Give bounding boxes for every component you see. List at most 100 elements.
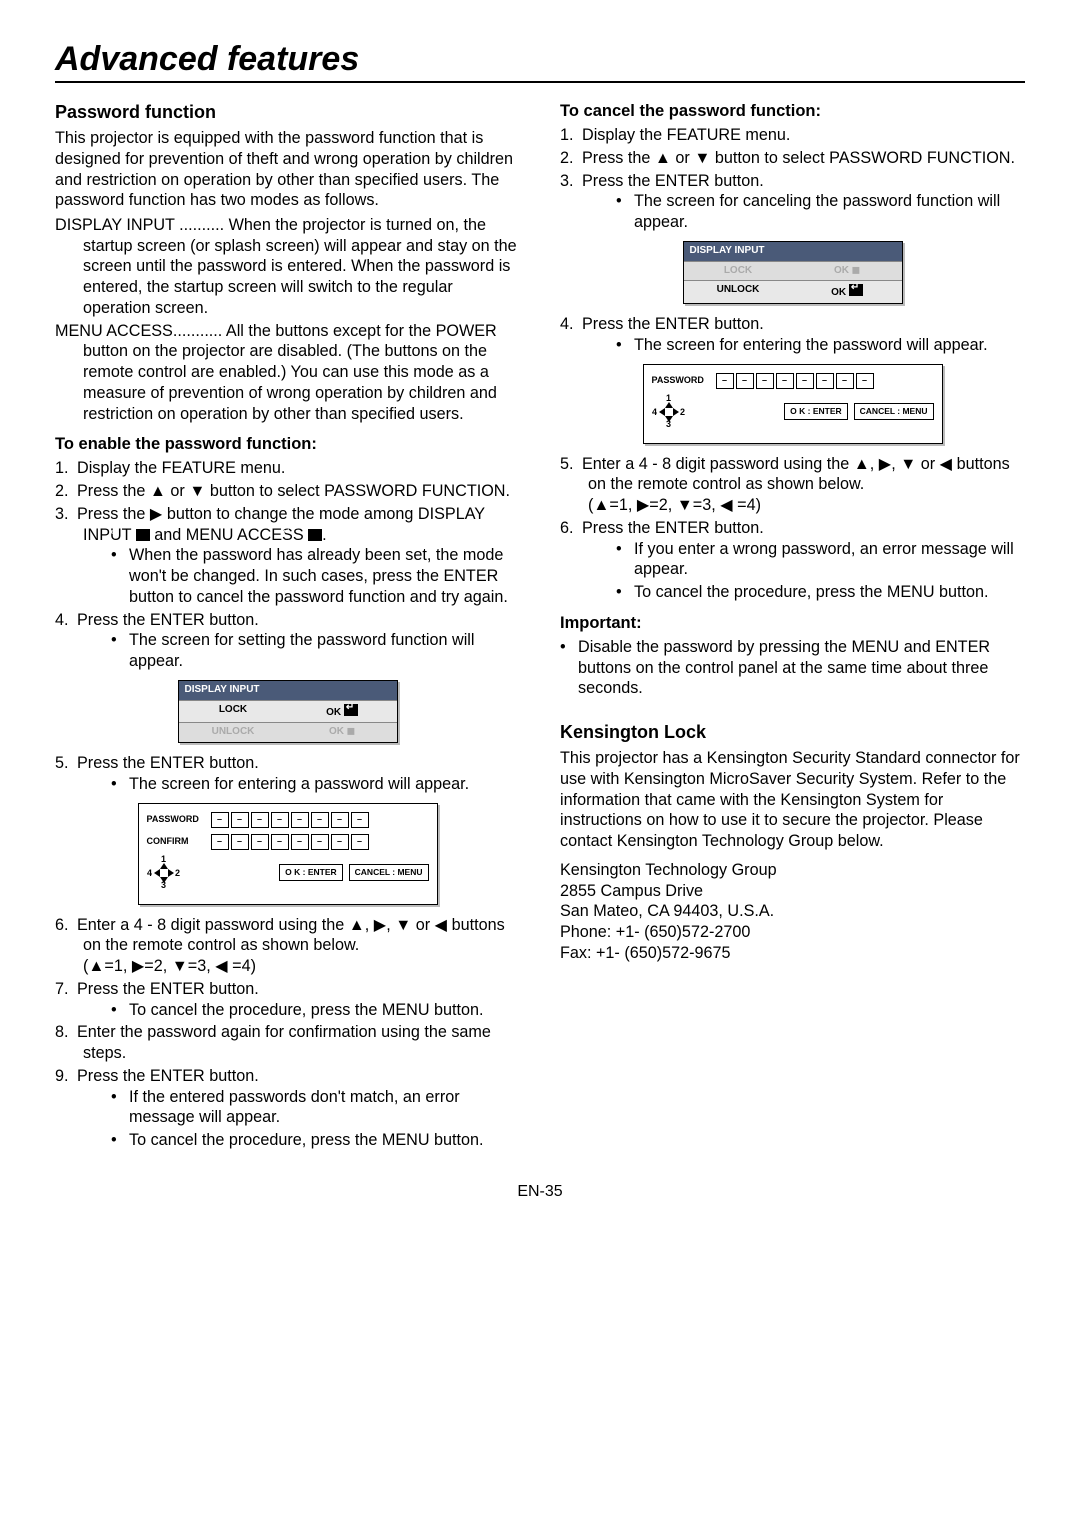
ok-enter-button: O K : ENTER <box>784 403 847 420</box>
step-6-text: Enter a 4 - 8 digit password using the ▲… <box>77 916 505 955</box>
cancel-menu-button: CANCEL : MENU <box>349 864 429 881</box>
cstep-4-note: The screen for entering the password wil… <box>616 335 1025 356</box>
confirm-cells: –––––––– <box>211 834 369 850</box>
step-5-note: The screen for entering a password will … <box>111 774 520 795</box>
heading-important: Important: <box>560 613 1025 634</box>
cstep-6: 6.Press the ENTER button. If you enter a… <box>560 518 1025 603</box>
osd-header: DISPLAY INPUT <box>179 681 397 700</box>
cstep-5-mapping: (▲=1, ▶=2, ▼=3, ◀ =4) <box>588 495 1025 516</box>
osd-password-row: PASSWORD –––––––– <box>652 373 934 389</box>
step-5-text: Press the ENTER button. <box>77 754 259 772</box>
mode-menu-access: MENU ACCESS........... All the buttons e… <box>55 321 520 425</box>
cstep-6-text: Press the ENTER button. <box>582 519 764 537</box>
password-cells: –––––––– <box>716 373 874 389</box>
down-arrow-icon: ▼ <box>694 149 710 167</box>
enable-steps: 1.Display the FEATURE menu. 2.Press the … <box>55 458 520 671</box>
return-icon <box>308 529 322 541</box>
left-column: Password function This projector is equi… <box>55 101 520 1153</box>
osd-row-unlock: UNLOCK OK <box>684 280 902 303</box>
osd-unlock-ok: OK <box>793 280 902 303</box>
kens-phone: Phone: +1- (650)572-2700 <box>560 922 1025 943</box>
content-columns: Password function This projector is equi… <box>55 101 1025 1153</box>
step-7-text: Press the ENTER button. <box>77 980 259 998</box>
step-2: 2.Press the ▲ or ▼ button to select PASS… <box>55 481 520 502</box>
heading-cancel: To cancel the password function: <box>560 101 1025 122</box>
left-arrow-icon: ◀ <box>435 916 447 934</box>
osd-footer-row: 1 2 3 4 O K : ENTER CANCEL : MENU <box>147 856 429 890</box>
right-arrow-icon: ▶ <box>879 455 891 473</box>
mode-display-input: DISPLAY INPUT .......... When the projec… <box>55 215 520 319</box>
arrows-icon <box>658 401 680 423</box>
cstep-3: 3.Press the ENTER button. The screen for… <box>560 171 1025 233</box>
down-arrow-icon: ▼ <box>189 482 205 500</box>
step-7-note: To cancel the procedure, press the MENU … <box>111 1000 520 1021</box>
step-8: 8.Enter the password again for confirmat… <box>55 1022 520 1063</box>
kens-line3: San Mateo, CA 94403, U.S.A. <box>560 901 1025 922</box>
osd-unlock-label: UNLOCK <box>179 722 288 742</box>
down-arrow-icon: ▼ <box>395 916 411 934</box>
ok-enter-button: O K : ENTER <box>279 864 342 881</box>
cstep-1: 1.Display the FEATURE menu. <box>560 125 1025 146</box>
cstep-1-text: Display the FEATURE menu. <box>582 126 790 144</box>
cancel-steps-cont2: 5.Enter a 4 - 8 digit password using the… <box>560 454 1025 603</box>
return-icon <box>136 529 150 541</box>
left-arrow-icon: ◀ <box>940 455 952 473</box>
important-note: Disable the password by pressing the MEN… <box>560 637 1025 699</box>
step-6-mapping: (▲=1, ▶=2, ▼=3, ◀ =4) <box>83 956 520 977</box>
step-8-text: Enter the password again for confirmatio… <box>77 1023 491 1062</box>
osd-display-input-unlock: DISPLAY INPUT LOCK OK ◼ UNLOCK OK <box>683 241 903 304</box>
osd-buttons: O K : ENTER CANCEL : MENU <box>279 864 428 881</box>
osd-row-unlock: UNLOCK OK ◼ <box>179 722 397 742</box>
return-icon <box>344 704 358 716</box>
kensington-address: Kensington Technology Group 2855 Campus … <box>560 860 1025 964</box>
cstep-2: 2.Press the ▲ or ▼ button to select PASS… <box>560 148 1025 169</box>
right-column: To cancel the password function: 1.Displ… <box>560 101 1025 1153</box>
cstep-5: 5.Enter a 4 - 8 digit password using the… <box>560 454 1025 516</box>
osd-password-label: PASSWORD <box>652 375 708 387</box>
osd-lock-label: LOCK <box>684 261 793 281</box>
up-arrow-icon: ▲ <box>150 482 166 500</box>
right-arrow-icon: ▶ <box>150 505 162 523</box>
step-9-note1: If the entered passwords don't match, an… <box>111 1087 520 1128</box>
cstep-2-text: Press the ▲ or ▼ button to select PASSWO… <box>582 149 1015 167</box>
dpad-icon: 1 2 3 4 <box>147 856 181 890</box>
step-1-text: Display the FEATURE menu. <box>77 459 285 477</box>
step-9-text: Press the ENTER button. <box>77 1067 259 1085</box>
osd-password-confirm: PASSWORD –––––––– CONFIRM –––––––– 1 2 3… <box>138 803 438 905</box>
cancel-menu-button: CANCEL : MENU <box>854 403 934 420</box>
kensington-paragraph: This projector has a Kensington Security… <box>560 748 1025 852</box>
osd-unlock-label: UNLOCK <box>684 280 793 303</box>
osd-confirm-row: CONFIRM –––––––– <box>147 834 429 850</box>
cstep-4-text: Press the ENTER button. <box>582 315 764 333</box>
right-arrow-icon: ▶ <box>374 916 386 934</box>
kens-line1: Kensington Technology Group <box>560 860 1025 881</box>
osd-lock-ok: OK ◼ <box>793 261 902 281</box>
cstep-5-text: Enter a 4 - 8 digit password using the ▲… <box>582 455 1010 494</box>
step-1: 1.Display the FEATURE menu. <box>55 458 520 479</box>
osd-unlock-ok: OK ◼ <box>288 722 397 742</box>
kens-line2: 2855 Campus Drive <box>560 881 1025 902</box>
enable-steps-cont2: 6.Enter a 4 - 8 digit password using the… <box>55 915 520 1151</box>
password-cells: –––––––– <box>211 812 369 828</box>
cstep-6-note2: To cancel the procedure, press the MENU … <box>616 582 1025 603</box>
osd-password-label: PASSWORD <box>147 814 203 826</box>
osd-row-lock: LOCK OK ◼ <box>684 261 902 281</box>
step-4: 4.Press the ENTER button. The screen for… <box>55 610 520 672</box>
step-3-note: When the password has already been set, … <box>111 545 520 607</box>
osd-confirm-label: CONFIRM <box>147 836 203 848</box>
arrows-icon <box>153 862 175 884</box>
osd-lock-ok: OK <box>288 700 397 723</box>
down-arrow-icon: ▼ <box>900 455 916 473</box>
kens-fax: Fax: +1- (650)572-9675 <box>560 943 1025 964</box>
step-5: 5.Press the ENTER button. The screen for… <box>55 753 520 794</box>
step-9: 9.Press the ENTER button. If the entered… <box>55 1066 520 1151</box>
step-9-note2: To cancel the procedure, press the MENU … <box>111 1130 520 1151</box>
step-4-text: Press the ENTER button. <box>77 611 259 629</box>
step-3-text: Press the ▶ button to change the mode am… <box>77 505 485 544</box>
osd-row-lock: LOCK OK <box>179 700 397 723</box>
cstep-6-note1: If you enter a wrong password, an error … <box>616 539 1025 580</box>
heading-enable: To enable the password function: <box>55 434 520 455</box>
cancel-steps: 1.Display the FEATURE menu. 2.Press the … <box>560 125 1025 233</box>
osd-display-input-lock: DISPLAY INPUT LOCK OK UNLOCK OK ◼ <box>178 680 398 743</box>
step-3: 3.Press the ▶ button to change the mode … <box>55 504 520 608</box>
